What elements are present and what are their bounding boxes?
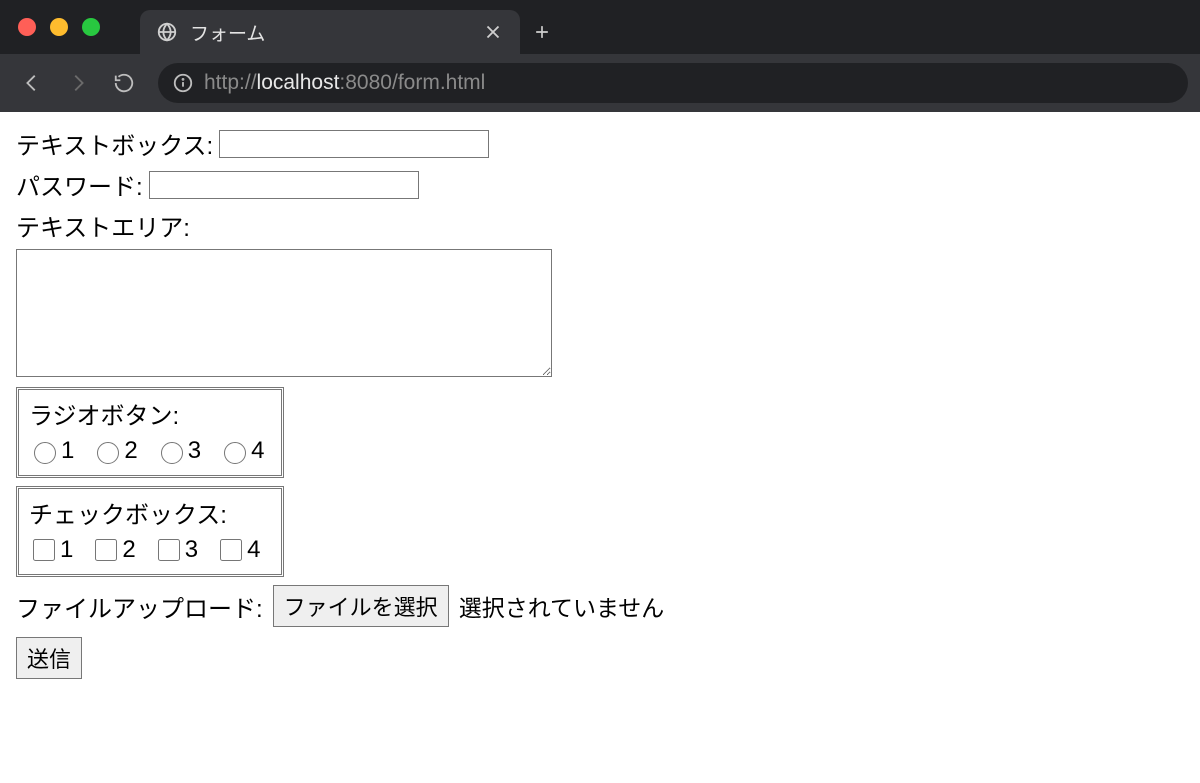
window-maximize-button[interactable] bbox=[82, 18, 100, 36]
radio-group-label: ラジオボタン: bbox=[29, 396, 271, 431]
radio-option-label: 2 bbox=[124, 437, 137, 465]
radio-option[interactable]: 4 bbox=[219, 437, 264, 465]
globe-icon bbox=[156, 21, 178, 43]
radio-option-label: 1 bbox=[61, 437, 74, 465]
forward-button[interactable] bbox=[58, 63, 98, 103]
file-upload-label: ファイルアップロード: bbox=[16, 589, 263, 624]
checkbox-input[interactable] bbox=[95, 539, 117, 561]
textarea-input[interactable] bbox=[16, 249, 552, 377]
checkbox-option[interactable]: 2 bbox=[91, 536, 135, 564]
radio-option[interactable]: 3 bbox=[156, 437, 201, 465]
textbox-label: テキストボックス: bbox=[16, 126, 213, 161]
file-status-text: 選択されていません bbox=[459, 589, 665, 623]
text-row: テキストボックス: bbox=[16, 126, 1184, 161]
radio-input[interactable] bbox=[224, 442, 246, 464]
radio-input[interactable] bbox=[34, 442, 56, 464]
radio-input[interactable] bbox=[97, 442, 119, 464]
browser-tab[interactable]: フォーム bbox=[140, 10, 520, 54]
tab-title: フォーム bbox=[190, 19, 470, 46]
url-scheme: http:// bbox=[204, 71, 257, 94]
password-input[interactable] bbox=[149, 171, 419, 199]
password-row: パスワード: bbox=[16, 167, 1184, 202]
checkbox-option-label: 1 bbox=[60, 536, 73, 564]
url-port: :8080 bbox=[339, 71, 392, 94]
password-label: パスワード: bbox=[16, 167, 143, 202]
checkbox-option[interactable]: 1 bbox=[29, 536, 73, 564]
checkbox-option-label: 2 bbox=[122, 536, 135, 564]
radio-group: ラジオボタン: 1 2 3 4 bbox=[16, 387, 284, 478]
textbox-input[interactable] bbox=[219, 130, 489, 158]
file-row: ファイルアップロード: ファイルを選択 選択されていません bbox=[16, 585, 1184, 627]
file-select-button[interactable]: ファイルを選択 bbox=[273, 585, 449, 627]
checkbox-option[interactable]: 3 bbox=[154, 536, 198, 564]
toolbar: http://localhost:8080/form.html bbox=[0, 54, 1200, 112]
checkbox-option-label: 3 bbox=[185, 536, 198, 564]
checkbox-input[interactable] bbox=[158, 539, 180, 561]
url-path: /form.html bbox=[392, 71, 485, 94]
checkbox-group-label: チェックボックス: bbox=[29, 495, 271, 530]
radio-option-label: 3 bbox=[188, 437, 201, 465]
address-bar[interactable]: http://localhost:8080/form.html bbox=[158, 63, 1188, 103]
checkbox-option-label: 4 bbox=[247, 536, 260, 564]
radio-option[interactable]: 1 bbox=[29, 437, 74, 465]
checkbox-group: チェックボックス: 1 2 3 4 bbox=[16, 486, 284, 577]
browser-chrome: フォーム bbox=[0, 0, 1200, 112]
new-tab-button[interactable] bbox=[520, 10, 564, 54]
reload-button[interactable] bbox=[104, 63, 144, 103]
checkbox-options: 1 2 3 4 bbox=[29, 530, 271, 564]
page-content: テキストボックス: パスワード: テキストエリア: ラジオボタン: 1 2 3 bbox=[0, 112, 1200, 693]
close-icon[interactable] bbox=[482, 21, 504, 43]
window-controls bbox=[18, 0, 100, 54]
back-button[interactable] bbox=[12, 63, 52, 103]
radio-options: 1 2 3 4 bbox=[29, 431, 271, 465]
url-text: http://localhost:8080/form.html bbox=[204, 71, 485, 95]
window-close-button[interactable] bbox=[18, 18, 36, 36]
window-minimize-button[interactable] bbox=[50, 18, 68, 36]
radio-input[interactable] bbox=[161, 442, 183, 464]
tab-bar: フォーム bbox=[0, 0, 1200, 54]
textarea-row: テキストエリア: bbox=[16, 208, 1184, 377]
textarea-label: テキストエリア: bbox=[16, 215, 190, 242]
checkbox-input[interactable] bbox=[33, 539, 55, 561]
radio-option-label: 4 bbox=[251, 437, 264, 465]
submit-button[interactable]: 送信 bbox=[16, 637, 82, 679]
checkbox-option[interactable]: 4 bbox=[216, 536, 260, 564]
info-icon[interactable] bbox=[172, 72, 194, 94]
checkbox-input[interactable] bbox=[220, 539, 242, 561]
radio-option[interactable]: 2 bbox=[92, 437, 137, 465]
url-host: localhost bbox=[257, 71, 340, 94]
